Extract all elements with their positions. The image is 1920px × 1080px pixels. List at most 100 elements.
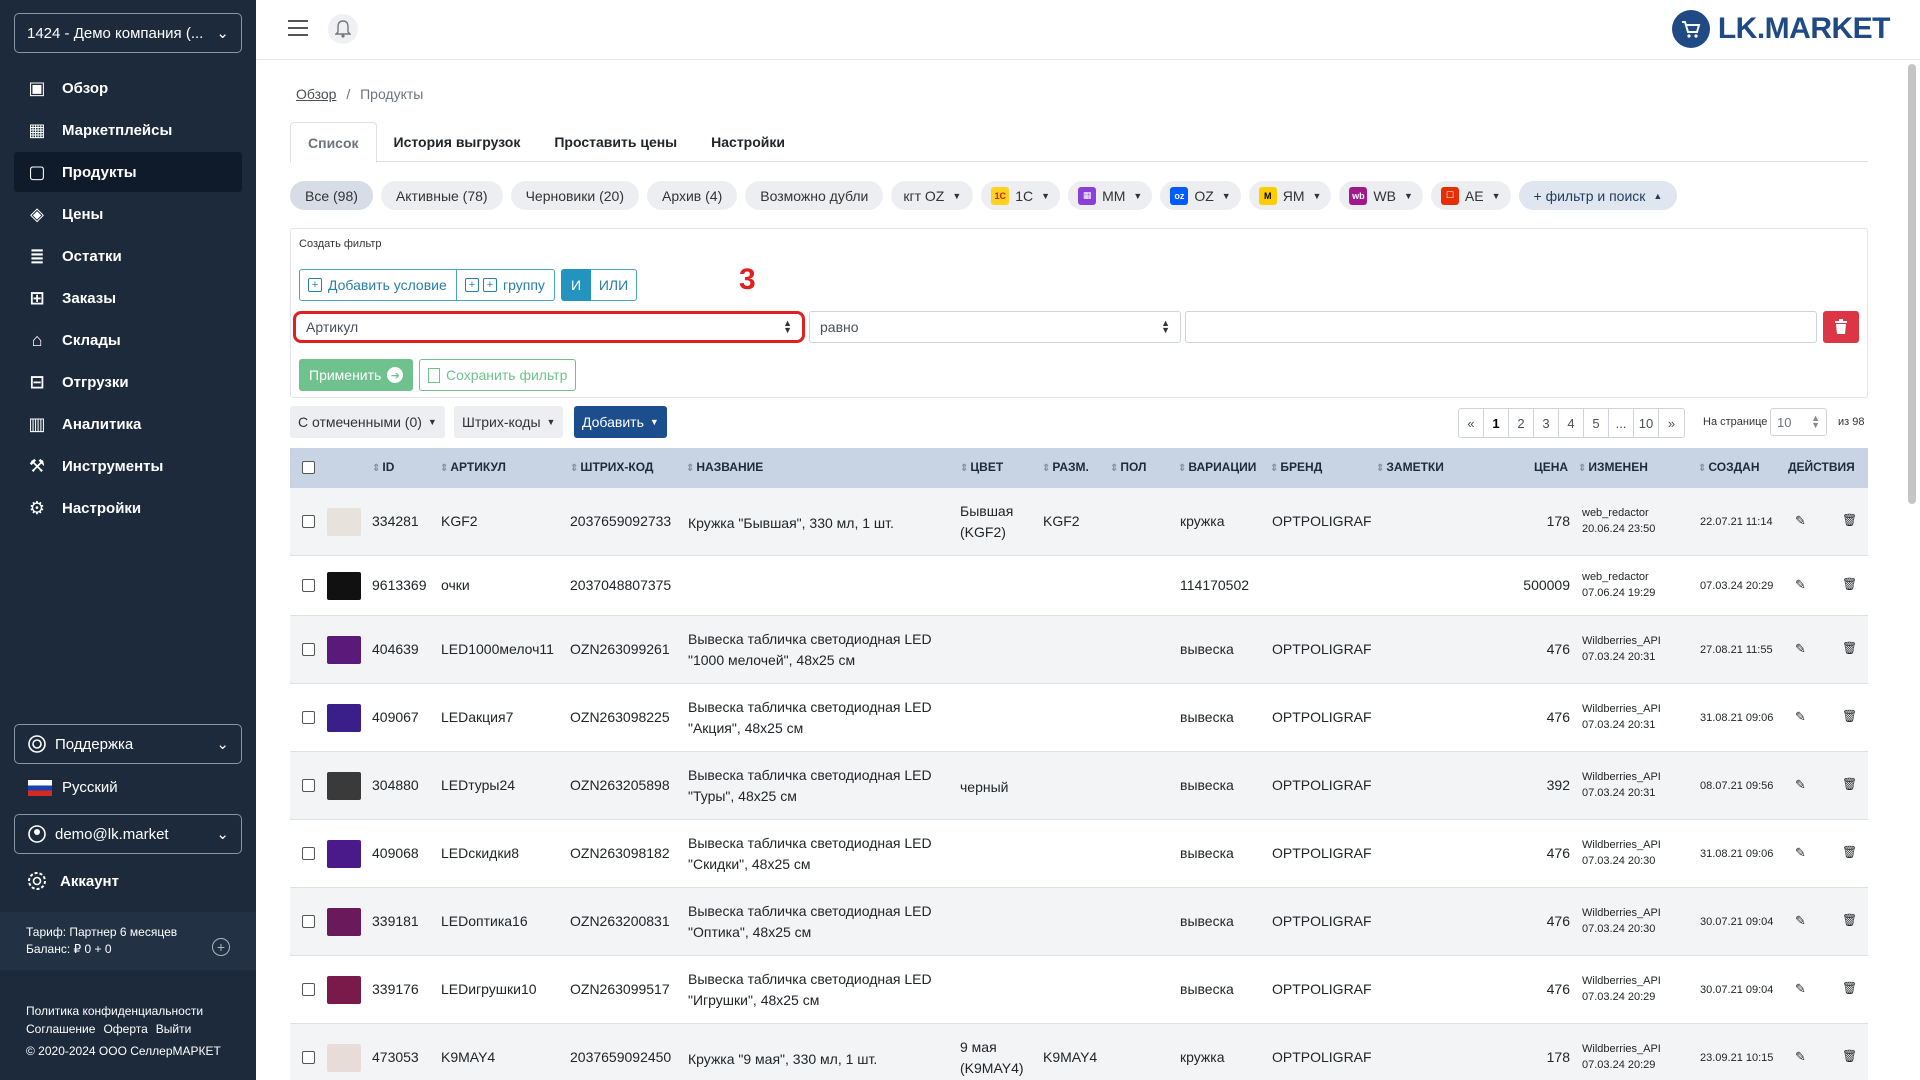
add-product-dropdown[interactable]: Добавить ▼: [574, 406, 667, 438]
edit-icon[interactable]: ✎: [1795, 981, 1806, 997]
cell-name[interactable]: Вывеска табличка светодиодная LED "Игруш…: [688, 969, 953, 1011]
page-button[interactable]: 2: [1509, 409, 1534, 437]
table-row[interactable]: 409068 LEDскидки8 OZN263098182 Вывеска табл…: [290, 820, 1868, 888]
trash-icon[interactable]: 🗑: [1842, 845, 1857, 859]
trash-icon[interactable]: 🗑: [1842, 513, 1857, 527]
tab-upload-history[interactable]: История выгрузок: [377, 122, 538, 162]
offer-link[interactable]: Оферта: [103, 1022, 147, 1036]
col-created[interactable]: ⇕ СОЗДАН: [1698, 460, 1760, 474]
add-group-button[interactable]: + + группу: [457, 269, 555, 301]
add-condition-button[interactable]: + Добавить условие: [299, 269, 457, 301]
sidebar-item-10[interactable]: ⚙ Настройки: [14, 488, 242, 528]
row-checkbox[interactable]: [302, 515, 315, 528]
cell-id[interactable]: 473053: [372, 1049, 419, 1065]
row-checkbox[interactable]: [302, 779, 315, 792]
product-thumbnail[interactable]: [327, 636, 361, 664]
product-thumbnail[interactable]: [327, 772, 361, 800]
cell-id[interactable]: 404639: [372, 641, 419, 657]
col-gender[interactable]: ⇕ ПОЛ: [1110, 460, 1146, 474]
page-button[interactable]: 1: [1484, 409, 1509, 437]
logout-link[interactable]: Выйти: [156, 1022, 192, 1036]
product-thumbnail[interactable]: [327, 704, 361, 732]
filter-operator-select[interactable]: равно ▲ ▼: [809, 311, 1181, 343]
chip-wb[interactable]: wb WB ▼: [1339, 181, 1423, 210]
cell-price[interactable]: 476: [1520, 641, 1570, 657]
chip-1c[interactable]: 1С 1С ▼: [981, 181, 1061, 210]
chip-all[interactable]: Все (98): [290, 181, 373, 210]
edit-icon[interactable]: ✎: [1795, 845, 1806, 861]
row-checkbox[interactable]: [302, 983, 315, 996]
sidebar-item-4[interactable]: ≣ Остатки: [14, 236, 242, 276]
tab-set-prices[interactable]: Проставить цены: [537, 122, 694, 162]
sidebar-item-2[interactable]: ▢ Продукты: [14, 152, 242, 192]
logo[interactable]: LK.MARKET: [1671, 10, 1891, 48]
trash-icon[interactable]: 🗑: [1842, 981, 1857, 995]
logic-or-button[interactable]: ИЛИ: [591, 269, 637, 301]
cell-price[interactable]: 476: [1520, 913, 1570, 929]
trash-icon[interactable]: 🗑: [1842, 577, 1857, 591]
cell-id[interactable]: 334281: [372, 513, 419, 529]
tab-list[interactable]: Список: [290, 122, 377, 163]
edit-icon[interactable]: ✎: [1795, 641, 1806, 657]
trash-icon[interactable]: 🗑: [1842, 913, 1857, 927]
cell-name[interactable]: Вывеска табличка светодиодная LED "Акция…: [688, 697, 953, 739]
cell-price[interactable]: 476: [1520, 845, 1570, 861]
edit-icon[interactable]: ✎: [1795, 913, 1806, 929]
user-select[interactable]: demo@lk.market ⌄: [14, 814, 242, 854]
trash-icon[interactable]: 🗑: [1842, 709, 1857, 723]
cell-id[interactable]: 339176: [372, 981, 419, 997]
page-button[interactable]: 5: [1584, 409, 1609, 437]
cell-id[interactable]: 409067: [372, 709, 419, 725]
edit-icon[interactable]: ✎: [1795, 709, 1806, 725]
trash-icon[interactable]: 🗑: [1842, 641, 1857, 655]
chip-mm[interactable]: ▦ ММ ▼: [1068, 181, 1153, 210]
delete-condition-button[interactable]: [1823, 311, 1859, 343]
row-checkbox[interactable]: [302, 579, 315, 592]
page-button[interactable]: 4: [1559, 409, 1584, 437]
product-thumbnail[interactable]: [327, 1044, 361, 1072]
trash-icon[interactable]: 🗑: [1842, 1049, 1857, 1063]
chip-kgt-oz[interactable]: кгт OZ ▼: [891, 181, 974, 210]
page-scrollbar[interactable]: [1908, 64, 1916, 504]
barcodes-dropdown[interactable]: Штрих-коды ▼: [454, 406, 564, 438]
product-thumbnail[interactable]: [327, 908, 361, 936]
row-checkbox[interactable]: [302, 915, 315, 928]
row-checkbox[interactable]: [302, 643, 315, 656]
col-brand[interactable]: ⇕ БРЕНД: [1270, 460, 1322, 474]
product-thumbnail[interactable]: [327, 508, 361, 536]
cell-name[interactable]: Вывеска табличка светодиодная LED "Оптик…: [688, 901, 953, 943]
bulk-actions-dropdown[interactable]: С отмеченными (0) ▼: [290, 406, 445, 438]
chip-drafts[interactable]: Черновики (20): [510, 181, 639, 210]
sidebar-item-6[interactable]: ⌂ Склады: [14, 320, 242, 360]
cell-id[interactable]: 304880: [372, 777, 419, 793]
edit-icon[interactable]: ✎: [1795, 1049, 1806, 1065]
cell-price[interactable]: 500009: [1520, 577, 1570, 593]
table-row[interactable]: 339176 LEDигрушки10 OZN263099517 Вывеска та…: [290, 956, 1868, 1024]
table-row[interactable]: 9613369 очки 2037048807375 114170502 500009 w…: [290, 556, 1868, 616]
sidebar-item-0[interactable]: ▣ Обзор: [14, 68, 242, 108]
menu-icon[interactable]: [288, 20, 308, 36]
table-row[interactable]: 334281 KGF2 2037659092733 Кружка "Бывшая", …: [290, 488, 1868, 556]
cell-name[interactable]: Вывеска табличка светодиодная LED "Туры"…: [688, 765, 953, 807]
cell-price[interactable]: 178: [1520, 1049, 1570, 1065]
cell-id[interactable]: 339181: [372, 913, 419, 929]
page-button[interactable]: »: [1659, 409, 1684, 437]
sidebar-item-5[interactable]: ⊞ Заказы: [14, 278, 242, 318]
company-select[interactable]: 1424 - Демо компания (... ⌄: [14, 13, 242, 53]
sidebar-item-8[interactable]: ▥ Аналитика: [14, 404, 242, 444]
cell-name[interactable]: Вывеска табличка светодиодная LED "1000 …: [688, 629, 953, 671]
logic-and-button[interactable]: И: [561, 269, 591, 301]
filter-search-toggle[interactable]: + фильтр и поиск ▲: [1518, 181, 1678, 210]
sidebar-item-9[interactable]: ⚒ Инструменты: [14, 446, 242, 486]
col-notes[interactable]: ⇕ ЗАМЕТКИ: [1376, 460, 1444, 474]
col-size[interactable]: ⇕ РАЗМ.: [1042, 460, 1089, 474]
col-barcode[interactable]: ⇕ ШТРИХ-КОД: [570, 460, 653, 474]
product-thumbnail[interactable]: [327, 976, 361, 1004]
chip-active[interactable]: Активные (78): [380, 181, 503, 210]
agreement-link[interactable]: Соглашение: [26, 1022, 95, 1036]
cell-id[interactable]: 409068: [372, 845, 419, 861]
col-price[interactable]: ЦЕНА: [1534, 460, 1568, 474]
bell-icon[interactable]: [328, 14, 358, 44]
cell-price[interactable]: 476: [1520, 981, 1570, 997]
privacy-link[interactable]: Политика конфиденциальности: [26, 1004, 203, 1018]
